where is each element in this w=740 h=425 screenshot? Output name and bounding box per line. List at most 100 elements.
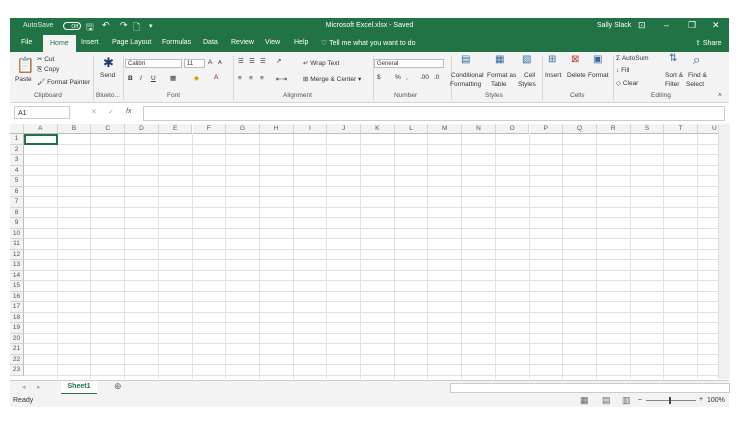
row-header-3[interactable]: 3	[10, 155, 24, 166]
cell-styles-label-2[interactable]: Styles	[518, 81, 536, 88]
find-select-label-1[interactable]: Find &	[688, 72, 707, 79]
align-middle-icon[interactable]: ☰	[249, 57, 255, 65]
indent-icon[interactable]: ⇤⇥	[276, 75, 287, 83]
row-header-18[interactable]: 18	[10, 312, 24, 323]
column-header-d[interactable]: D	[125, 124, 159, 134]
tab-view[interactable]: View	[265, 39, 280, 46]
delete-cells-button[interactable]: Delete	[567, 72, 586, 79]
column-header-u[interactable]: U	[698, 124, 718, 134]
row-header-15[interactable]: 15	[10, 281, 24, 292]
horizontal-scrollbar[interactable]	[450, 383, 730, 393]
column-header-k[interactable]: K	[361, 124, 395, 134]
sort-filter-icon[interactable]: ⇅	[669, 53, 677, 64]
percent-button[interactable]: %	[395, 74, 401, 81]
insert-cells-button[interactable]: Insert	[545, 72, 561, 79]
format-painter-button[interactable]: 🖌 Format Painter	[37, 78, 90, 86]
column-header-i[interactable]: I	[293, 124, 328, 134]
row-header-23[interactable]: 23	[10, 365, 24, 376]
underline-button[interactable]: U	[151, 75, 156, 82]
grow-font-button[interactable]: A	[208, 59, 212, 66]
row-header-20[interactable]: 20	[10, 333, 24, 344]
row-header-12[interactable]: 12	[10, 249, 24, 260]
row-header-13[interactable]: 13	[10, 260, 24, 271]
column-header-l[interactable]: L	[394, 124, 429, 134]
zoom-level[interactable]: 100%	[707, 397, 725, 404]
zoom-in-button[interactable]: +	[699, 396, 703, 403]
row-header-16[interactable]: 16	[10, 291, 24, 302]
zoom-slider[interactable]	[646, 400, 696, 401]
row-header-10[interactable]: 10	[10, 228, 24, 239]
tab-data[interactable]: Data	[203, 39, 218, 46]
align-right-icon[interactable]: ≡	[260, 75, 264, 82]
prev-sheet-icon[interactable]: ◂	[22, 383, 26, 391]
column-header-g[interactable]: G	[226, 124, 260, 134]
row-header-7[interactable]: 7	[10, 197, 24, 208]
ribbon-display-icon[interactable]: ⊡	[638, 20, 646, 31]
paste-button[interactable]: Paste	[15, 76, 32, 83]
add-sheet-button[interactable]: ⊕	[114, 381, 122, 392]
formula-input[interactable]	[143, 106, 725, 121]
align-left-icon[interactable]: ≡	[238, 75, 242, 82]
column-header-f[interactable]: F	[192, 124, 227, 134]
tab-review[interactable]: Review	[231, 39, 254, 46]
row-header-6[interactable]: 6	[10, 186, 24, 197]
column-header-a[interactable]: A	[24, 124, 58, 134]
format-as-table-icon[interactable]: ▦	[495, 54, 504, 65]
user-name[interactable]: Sally Slack	[597, 22, 631, 29]
tab-page-layout[interactable]: Page Layout	[112, 39, 151, 46]
clear-button[interactable]: ◇ Clear	[616, 79, 638, 87]
paste-icon[interactable]: 📋	[16, 56, 35, 74]
find-select-icon[interactable]: ⌕	[693, 52, 700, 68]
enter-icon[interactable]: ✓	[108, 108, 114, 116]
column-header-j[interactable]: J	[327, 124, 361, 134]
cell-styles-label-1[interactable]: Cell	[524, 72, 535, 79]
sort-filter-label-1[interactable]: Sort &	[665, 72, 683, 79]
row-header-11[interactable]: 11	[10, 239, 24, 250]
format-as-table-label-1[interactable]: Format as	[487, 72, 516, 79]
font-name-select[interactable]: Calibri	[125, 59, 182, 68]
autosum-button[interactable]: Σ AutoSum	[616, 55, 649, 62]
next-sheet-icon[interactable]: ▸	[37, 383, 41, 391]
column-header-q[interactable]: Q	[563, 124, 597, 134]
zoom-out-button[interactable]: –	[638, 396, 642, 403]
column-header-b[interactable]: B	[57, 124, 92, 134]
copy-button[interactable]: ⎘ Copy	[37, 66, 59, 74]
currency-button[interactable]: $	[377, 74, 381, 81]
align-bottom-icon[interactable]: ☰	[260, 57, 266, 65]
worksheet-grid[interactable]: A B C D E F G H I J K L M N O P Q R S T U 1 2 3 4 5 6 7 8 9 10 11 12 13 14…	[10, 124, 718, 379]
merge-center-button[interactable]: ⊞ Merge & Center ▾	[303, 75, 361, 83]
bold-button[interactable]: B	[128, 75, 133, 82]
conditional-formatting-label-1[interactable]: Conditional	[451, 72, 484, 79]
tab-formulas[interactable]: Formulas	[162, 39, 191, 46]
vertical-scrollbar[interactable]	[718, 124, 730, 379]
select-all-corner[interactable]	[10, 124, 24, 134]
column-header-r[interactable]: R	[596, 124, 631, 134]
tab-file[interactable]: File	[21, 39, 32, 46]
cell-styles-icon[interactable]: ▧	[522, 54, 531, 65]
row-header-17[interactable]: 17	[10, 302, 24, 313]
row-header-4[interactable]: 4	[10, 165, 24, 176]
align-center-icon[interactable]: ≡	[249, 75, 253, 82]
row-header-9[interactable]: 9	[10, 218, 24, 229]
shrink-font-button[interactable]: A	[218, 60, 222, 66]
font-size-select[interactable]: 11	[184, 59, 205, 68]
borders-icon[interactable]: ▦	[170, 74, 176, 82]
send-button[interactable]: Send	[100, 72, 115, 79]
format-cells-button[interactable]: Format	[588, 72, 609, 79]
minimize-button[interactable]: –	[664, 20, 669, 30]
page-layout-view-icon[interactable]: ▤	[602, 395, 611, 406]
row-header-21[interactable]: 21	[10, 344, 24, 355]
column-header-n[interactable]: N	[462, 124, 496, 134]
increase-decimal-button[interactable]: .00	[420, 74, 429, 81]
conditional-formatting-label-2[interactable]: Formatting	[450, 81, 481, 88]
sheet-tab-sheet1[interactable]: Sheet1	[61, 381, 97, 395]
row-header-1[interactable]: 1	[10, 134, 24, 145]
font-color-icon[interactable]: A	[214, 74, 218, 81]
row-header-5[interactable]: 5	[10, 176, 24, 187]
page-break-view-icon[interactable]: ▥	[622, 395, 631, 406]
normal-view-icon[interactable]: ▦	[580, 395, 589, 406]
collapse-ribbon-icon[interactable]: ˄	[718, 92, 722, 99]
format-cells-icon[interactable]: ▣	[593, 54, 602, 65]
wrap-text-button[interactable]: ↵ Wrap Text	[303, 59, 339, 67]
find-select-label-2[interactable]: Select	[686, 81, 704, 88]
